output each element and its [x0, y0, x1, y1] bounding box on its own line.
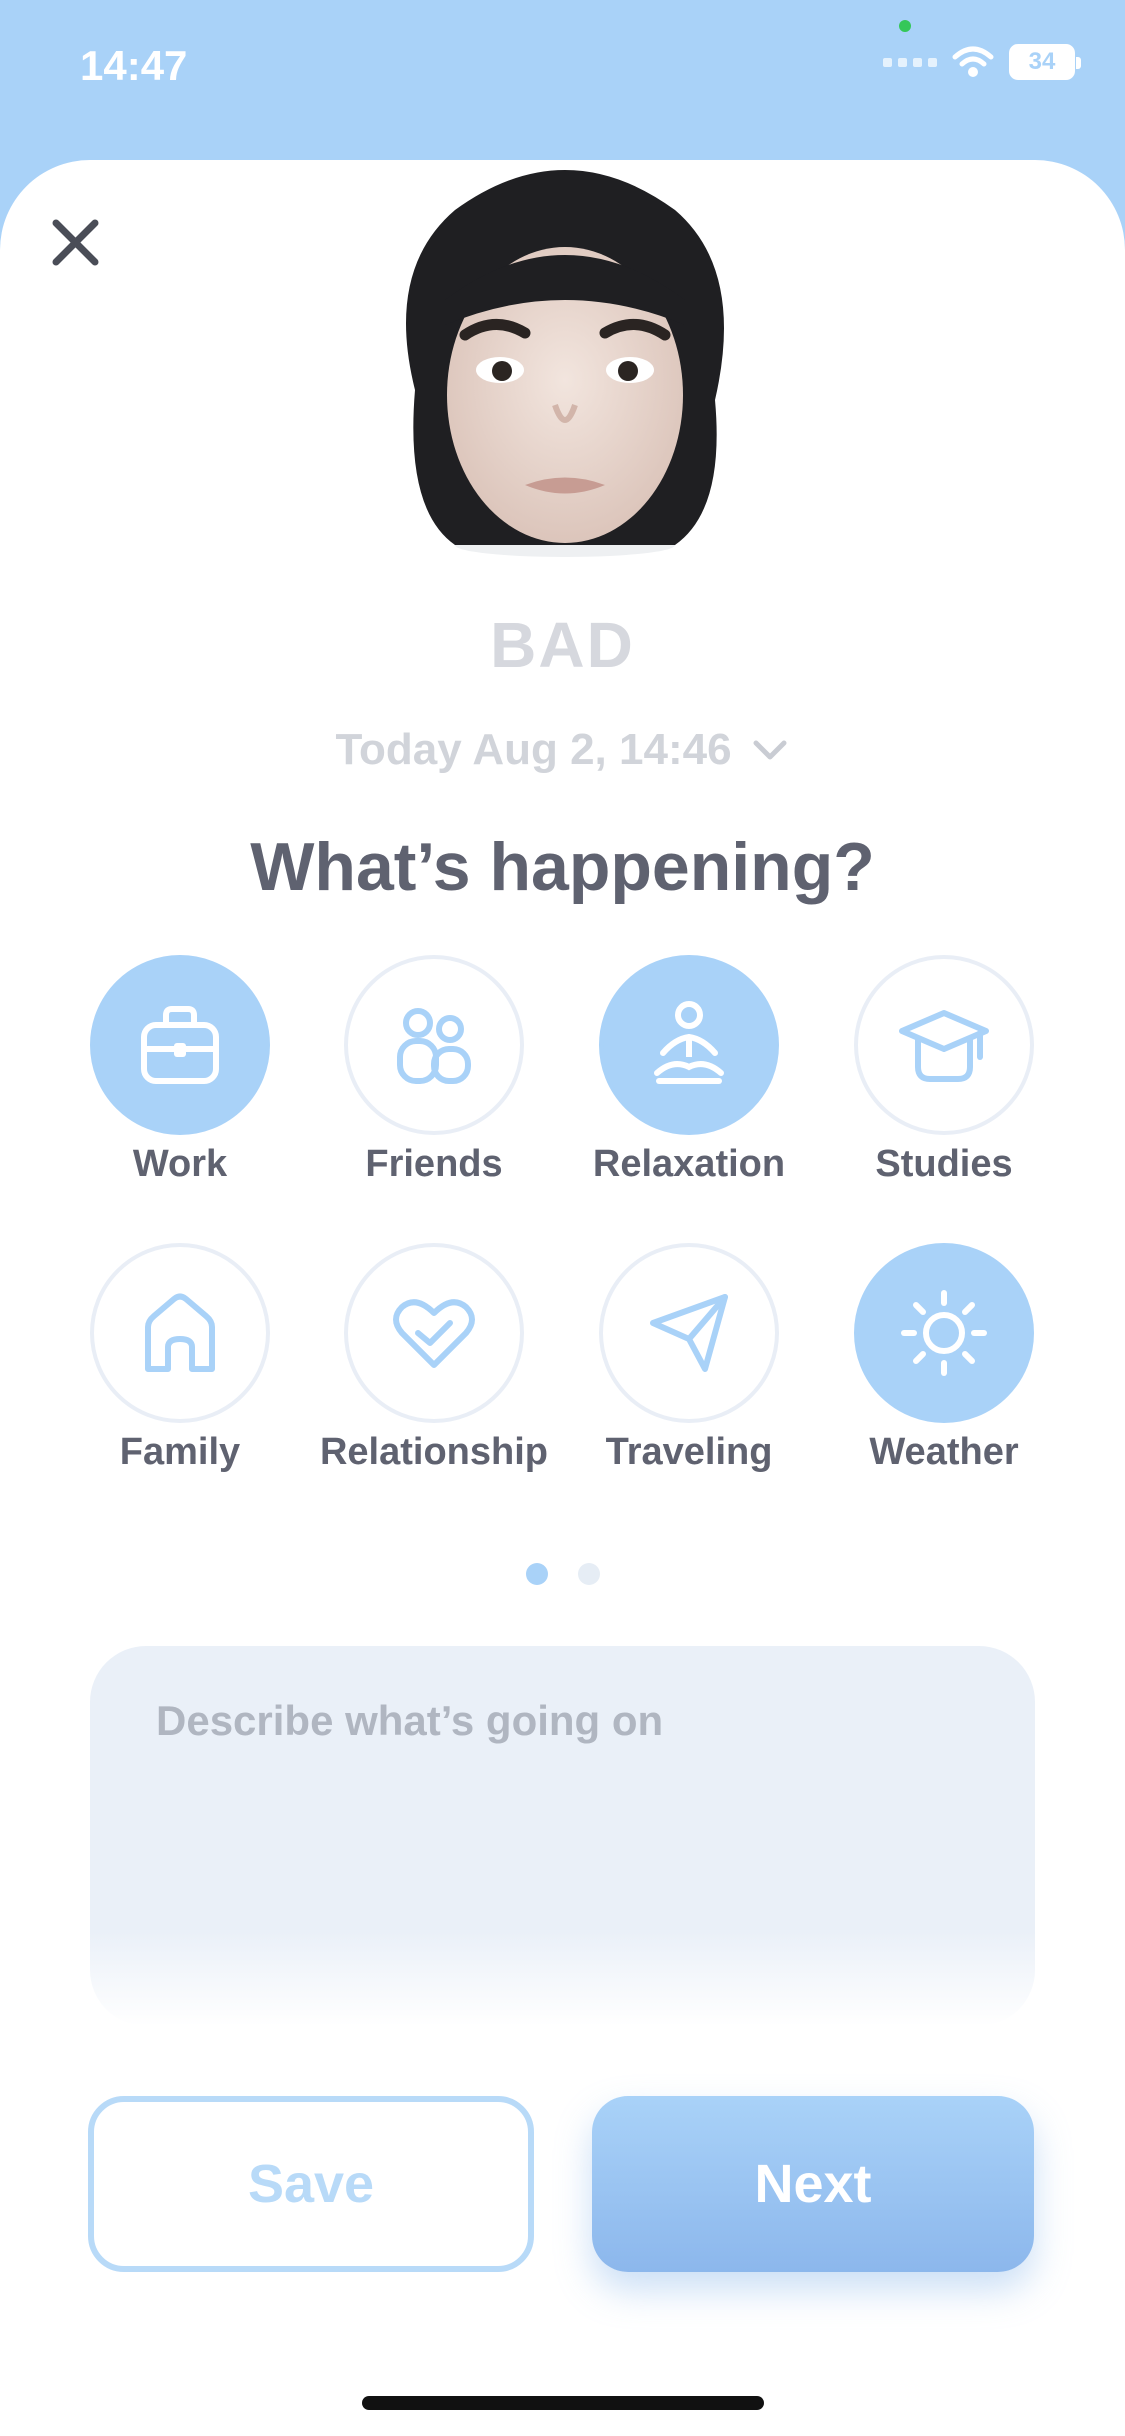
category-label: Weather	[869, 1431, 1019, 1473]
status-time: 14:47	[80, 42, 188, 89]
save-button[interactable]: Save	[88, 2096, 534, 2272]
category-label: Family	[119, 1431, 241, 1473]
briefcase-icon	[141, 1006, 219, 1084]
meditation-icon	[654, 1001, 724, 1084]
cellular-signal-icon	[883, 57, 937, 67]
battery-icon: 34	[1009, 44, 1081, 80]
description-input[interactable]	[154, 1696, 978, 1746]
category-relaxation[interactable]: Relaxation	[559, 955, 819, 1186]
page-dot-2[interactable]	[578, 1563, 600, 1585]
memoji-avatar	[406, 170, 724, 557]
category-label: Friends	[365, 1143, 503, 1185]
send-icon	[650, 1294, 728, 1372]
wifi-icon	[952, 46, 994, 77]
category-label: Relationship	[319, 1431, 549, 1473]
close-icon[interactable]	[48, 215, 103, 270]
status-icons: 34	[883, 44, 1081, 80]
category-circle	[854, 1243, 1034, 1423]
page-title: What’s happening?	[250, 829, 875, 905]
category-circle	[90, 955, 270, 1135]
category-label: Work	[132, 1143, 228, 1185]
category-work[interactable]: Work	[50, 955, 310, 1186]
people-icon	[397, 1008, 471, 1084]
category-label: Studies	[875, 1143, 1013, 1185]
page-dot-1[interactable]	[526, 1563, 548, 1585]
category-circle	[344, 1243, 524, 1423]
mood-label: BAD	[490, 609, 635, 681]
category-circle	[854, 955, 1034, 1135]
graduation-cap-icon	[899, 1010, 989, 1082]
date-selector[interactable]: Today Aug 2, 14:46	[0, 725, 1125, 775]
category-traveling[interactable]: Traveling	[559, 1243, 819, 1474]
heart-icon	[393, 1299, 475, 1368]
category-circle	[344, 955, 524, 1135]
category-circle	[599, 1243, 779, 1423]
category-circle	[90, 1243, 270, 1423]
description-box[interactable]	[90, 1646, 1035, 2026]
category-circle	[599, 955, 779, 1135]
category-label: Relaxation	[592, 1143, 786, 1185]
home-indicator	[362, 2396, 764, 2410]
page-indicator	[526, 1563, 600, 1585]
date-text: Today Aug 2, 14:46	[335, 725, 732, 774]
home-icon	[145, 1293, 215, 1372]
next-button[interactable]: Next	[592, 2096, 1034, 2272]
category-relationship[interactable]: Relationship	[304, 1243, 564, 1474]
category-studies[interactable]: Studies	[814, 955, 1074, 1186]
chevron-down-icon	[753, 740, 787, 760]
sun-icon	[901, 1290, 987, 1376]
category-weather[interactable]: Weather	[814, 1243, 1074, 1474]
privacy-indicator-dot	[899, 20, 911, 32]
category-friends[interactable]: Friends	[304, 955, 564, 1186]
category-family[interactable]: Family	[50, 1243, 310, 1474]
category-label: Traveling	[605, 1431, 773, 1473]
